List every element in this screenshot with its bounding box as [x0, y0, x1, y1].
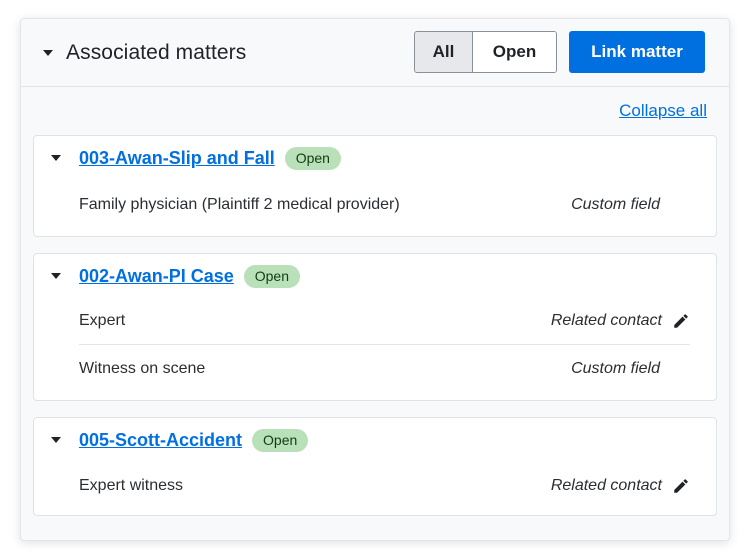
row-right: Related contact: [551, 312, 690, 330]
matter-link[interactable]: 002-Awan-PI Case: [79, 266, 234, 287]
matter-rows: Family physician (Plaintiff 2 medical pr…: [34, 180, 716, 236]
matter-row: Expert Related contact: [79, 298, 690, 345]
filter-all-button[interactable]: All: [415, 32, 473, 72]
collapse-row: Collapse all: [33, 87, 717, 135]
filter-open-button[interactable]: Open: [473, 32, 556, 72]
pencil-icon[interactable]: [672, 312, 690, 330]
row-type: Custom field: [571, 196, 660, 213]
matter-card: 002-Awan-PI Case Open Expert Related con…: [33, 253, 717, 401]
status-badge: Open: [243, 264, 300, 288]
row-label: Family physician (Plaintiff 2 medical pr…: [79, 196, 400, 213]
matter-link[interactable]: 005-Scott-Accident: [79, 430, 242, 451]
row-type: Related contact: [550, 312, 662, 329]
row-right: Custom field: [571, 360, 690, 378]
matter-card: 003-Awan-Slip and Fall Open Family physi…: [33, 135, 717, 237]
matter-row: Expert witness Related contact: [79, 462, 690, 509]
panel-body: Collapse all 003-Awan-Slip and Fall Open…: [21, 87, 729, 516]
row-type: Custom field: [571, 359, 660, 377]
caret-down-icon[interactable]: [51, 155, 61, 161]
row-label: Expert: [79, 312, 126, 329]
matter-card-header: 005-Scott-Accident Open: [34, 418, 716, 462]
matter-rows: Expert witness Related contact: [34, 462, 716, 515]
collapse-all-link[interactable]: Collapse all: [619, 101, 707, 121]
matter-card: 005-Scott-Accident Open Expert witness R…: [33, 417, 717, 516]
pencil-icon[interactable]: [672, 477, 690, 495]
matter-row: Witness on scene Custom field: [79, 345, 690, 392]
status-badge: Open: [284, 146, 341, 170]
caret-down-icon[interactable]: [51, 273, 61, 279]
panel-header: Associated matters All Open Link matter: [21, 19, 729, 87]
row-right: Custom field: [571, 196, 690, 214]
status-filter: All Open: [414, 31, 557, 73]
caret-down-icon[interactable]: [43, 49, 53, 56]
matter-row: Family physician (Plaintiff 2 medical pr…: [79, 180, 690, 230]
row-type: Related contact: [550, 476, 662, 494]
row-label: Witness on scene: [79, 359, 206, 377]
matter-card-header: 003-Awan-Slip and Fall Open: [34, 136, 716, 180]
header-controls: All Open Link matter: [414, 31, 705, 73]
associated-matters-panel: Associated matters All Open Link matter …: [20, 18, 730, 541]
panel-title: Associated matters: [66, 40, 247, 64]
link-matter-button[interactable]: Link matter: [569, 31, 705, 73]
matter-link[interactable]: 003-Awan-Slip and Fall: [79, 148, 275, 169]
matter-card-header: 002-Awan-PI Case Open: [34, 254, 716, 298]
matter-rows: Expert Related contact Witness on scene …: [34, 298, 716, 400]
caret-down-icon[interactable]: [51, 437, 61, 443]
status-badge: Open: [252, 428, 309, 452]
row-label: Expert witness: [79, 476, 184, 494]
row-right: Related contact: [551, 477, 690, 495]
